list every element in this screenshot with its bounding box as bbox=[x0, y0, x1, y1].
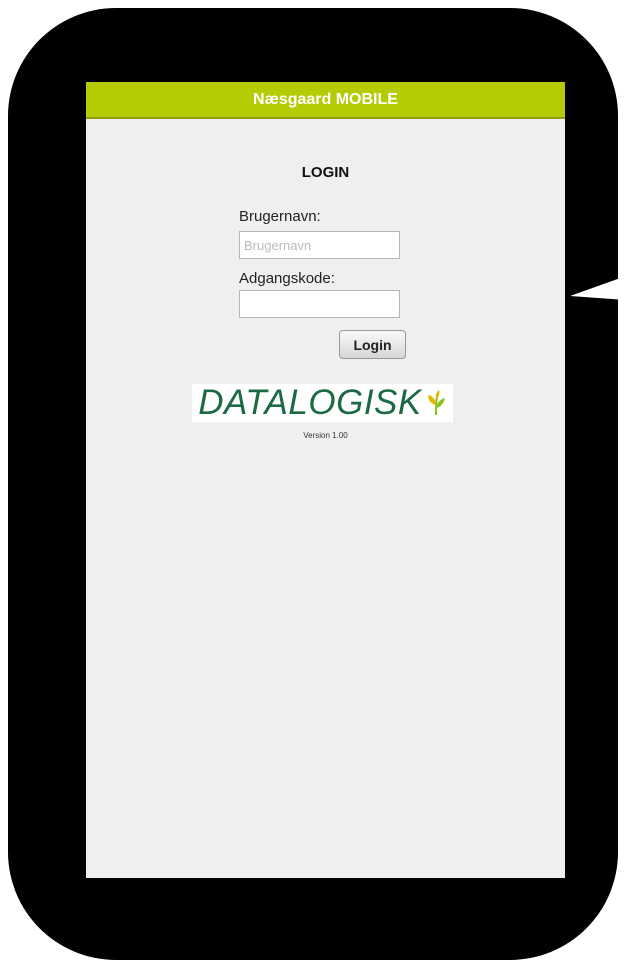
login-heading: LOGIN bbox=[301, 164, 350, 181]
app-title-bar: Næsgaard MOBILE bbox=[86, 82, 565, 119]
logo-wordmark: DATALOGISK bbox=[198, 383, 422, 422]
login-button[interactable]: Login bbox=[339, 330, 406, 359]
bezel-glare-highlight bbox=[570, 276, 626, 300]
password-input[interactable] bbox=[239, 290, 400, 318]
wheat-leaf-icon bbox=[427, 390, 445, 416]
app-screen: Næsgaard MOBILE LOGIN Brugernavn: Adgang… bbox=[86, 82, 565, 878]
version-label: Version 1.00 bbox=[303, 431, 348, 440]
password-label: Adgangskode: bbox=[239, 270, 335, 287]
datalogisk-logo: DATALOGISK bbox=[192, 384, 453, 422]
username-input[interactable] bbox=[239, 231, 400, 259]
username-label: Brugernavn: bbox=[239, 208, 321, 225]
